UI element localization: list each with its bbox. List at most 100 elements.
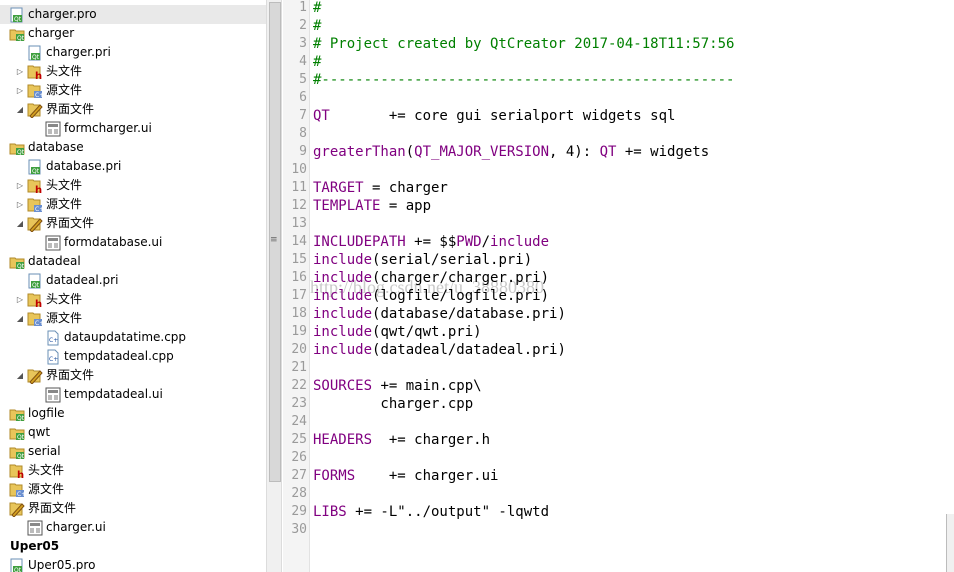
- code-line[interactable]: greaterThan(QT_MAJOR_VERSION, 4): QT += …: [313, 143, 709, 161]
- line-number: 8: [299, 126, 307, 141]
- tree-item[interactable]: tempdatadeal.ui: [0, 385, 266, 404]
- svg-text:Qt: Qt: [17, 149, 25, 156]
- code-token: INCLUDEPATH: [313, 234, 406, 250]
- svg-text:Qt: Qt: [17, 453, 25, 460]
- code-line[interactable]: include(charger/charger.pri): [313, 269, 549, 287]
- qt-pro-icon: Qt: [9, 7, 25, 23]
- code-token: (datadeal/datadeal.pri): [372, 342, 566, 358]
- tree-item-label: 界面文件: [46, 216, 95, 230]
- code-token: greaterThan: [313, 144, 406, 160]
- code-editor[interactable]: http://blog.csdn.net/u_38880380 # # # Proj…: [310, 0, 954, 572]
- code-line[interactable]: QT += core gui serialport widgets sql: [313, 107, 675, 125]
- ui-file-icon: [27, 520, 43, 536]
- tree-item[interactable]: Qt database.pri: [0, 157, 266, 176]
- tree-item[interactable]: ▷ h 头文件: [0, 176, 266, 196]
- tree-item[interactable]: Qt datadeal: [0, 252, 266, 271]
- tree-item-label: datadeal.pri: [46, 273, 119, 287]
- svg-text:h: h: [35, 71, 42, 80]
- tree-item[interactable]: 界面文件: [0, 499, 266, 518]
- tree-item-label: dataupdatatime.cpp: [64, 330, 187, 344]
- code-token: include: [313, 252, 373, 268]
- tree-item[interactable]: Qt database: [0, 138, 266, 157]
- tree-item[interactable]: ▷ C+ 源文件: [0, 81, 266, 100]
- expanded-arrow-icon[interactable]: ◢: [15, 100, 25, 119]
- expanded-arrow-icon[interactable]: ◢: [15, 366, 25, 385]
- line-number: 3: [299, 36, 307, 51]
- tree-item[interactable]: Qt charger.pri: [0, 43, 266, 62]
- tree-item[interactable]: formcharger.ui: [0, 119, 266, 138]
- collapsed-arrow-icon[interactable]: ▷: [15, 62, 25, 81]
- code-line[interactable]: charger.cpp: [313, 395, 473, 413]
- code-line[interactable]: HEADERS += charger.h: [313, 431, 490, 449]
- tree-item[interactable]: ▷ C+ 源文件: [0, 195, 266, 214]
- expanded-arrow-icon[interactable]: ◢: [15, 309, 25, 328]
- tree-item[interactable]: charger.ui: [0, 518, 266, 537]
- collapsed-arrow-icon[interactable]: ▷: [15, 290, 25, 309]
- code-token: += charger.h: [372, 432, 491, 448]
- tree-item-label: tempdatadeal.ui: [64, 387, 163, 401]
- line-number: 5: [299, 72, 307, 87]
- splitter-grip-icon[interactable]: ≡: [270, 236, 278, 245]
- tree-item[interactable]: ▷ h 头文件: [0, 290, 266, 310]
- tree-item[interactable]: ▷ h 头文件: [0, 62, 266, 82]
- code-line[interactable]: include(logfile/logfile.pri): [313, 287, 549, 305]
- code-line[interactable]: SOURCES += main.cpp\: [313, 377, 482, 395]
- sources-folder-icon: C+: [27, 197, 44, 213]
- code-token: include: [313, 324, 373, 340]
- tree-item[interactable]: ◢ C+ 源文件: [0, 309, 266, 328]
- collapsed-arrow-icon[interactable]: ▷: [15, 176, 25, 195]
- collapsed-arrow-icon[interactable]: ▷: [15, 81, 25, 100]
- tree-item[interactable]: Qt datadeal.pri: [0, 271, 266, 290]
- code-line[interactable]: #---------------------------------------…: [313, 71, 734, 89]
- tree-item[interactable]: Qt serial: [0, 442, 266, 461]
- line-number: 28: [291, 486, 307, 501]
- tree-item[interactable]: Qt charger.pro: [0, 5, 266, 24]
- tree-item[interactable]: ◢ 界面文件: [0, 366, 266, 385]
- tree-item[interactable]: h 头文件: [0, 461, 266, 481]
- tree-item[interactable]: C+ dataupdatatime.cpp: [0, 328, 266, 347]
- tree-item-label: 界面文件: [46, 368, 95, 382]
- code-line[interactable]: INCLUDEPATH += $$PWD/include: [313, 233, 549, 251]
- tree-item[interactable]: Uper05: [0, 537, 266, 556]
- tree-item[interactable]: ◢ 界面文件: [0, 214, 266, 233]
- code-line[interactable]: include(datadeal/datadeal.pri): [313, 341, 566, 359]
- code-line[interactable]: TEMPLATE = app: [313, 197, 431, 215]
- code-line[interactable]: FORMS += charger.ui: [313, 467, 498, 485]
- code-token: #---------------------------------------…: [313, 72, 735, 88]
- code-line[interactable]: #: [313, 53, 321, 71]
- line-number: 17: [291, 288, 307, 303]
- project-tree[interactable]: Qt charger.pro Qt charger Qt charger.pri ▷ h 头文件…: [0, 0, 266, 572]
- tree-item[interactable]: formdatabase.ui: [0, 233, 266, 252]
- code-line[interactable]: # Project created by QtCreator 2017-04-1…: [313, 35, 734, 53]
- code-line[interactable]: include(serial/serial.pri): [313, 251, 532, 269]
- tree-item-label: 源文件: [46, 311, 83, 325]
- code-line[interactable]: TARGET = charger: [313, 179, 448, 197]
- tree-item[interactable]: Qt charger: [0, 24, 266, 43]
- code-line[interactable]: LIBS += -L"../output" -lqwtd: [313, 503, 549, 521]
- tree-item[interactable]: Qt qwt: [0, 423, 266, 442]
- code-token: QT_MAJOR_VERSION: [414, 144, 550, 160]
- code-line[interactable]: include(qwt/qwt.pri): [313, 323, 482, 341]
- tree-item[interactable]: ◢ 界面文件: [0, 100, 266, 119]
- editor-scrollbar[interactable]: [946, 514, 954, 572]
- ui-file-icon: [45, 235, 61, 251]
- forms-folder-icon: [27, 368, 43, 385]
- svg-text:Qt: Qt: [17, 415, 25, 422]
- tree-item-label: charger: [28, 26, 75, 40]
- tree-item[interactable]: Qt logfile: [0, 404, 266, 423]
- code-token: PWD: [456, 234, 482, 250]
- code-line[interactable]: #: [313, 0, 321, 17]
- svg-text:h: h: [35, 299, 42, 308]
- qt-pro-icon: Qt: [27, 159, 43, 175]
- tree-scrollbar[interactable]: ≡: [266, 0, 282, 572]
- tree-item[interactable]: Qt Uper05.pro: [0, 556, 266, 572]
- code-token: QT: [313, 108, 330, 124]
- code-line[interactable]: include(database/database.pri): [313, 305, 566, 323]
- forms-folder-icon: [27, 102, 43, 119]
- collapsed-arrow-icon[interactable]: ▷: [15, 195, 25, 214]
- code-line[interactable]: #: [313, 17, 321, 35]
- tree-item-label: datadeal: [28, 254, 81, 268]
- tree-item[interactable]: C+ 源文件: [0, 480, 266, 499]
- tree-item[interactable]: C+ tempdatadeal.cpp: [0, 347, 266, 366]
- expanded-arrow-icon[interactable]: ◢: [15, 214, 25, 233]
